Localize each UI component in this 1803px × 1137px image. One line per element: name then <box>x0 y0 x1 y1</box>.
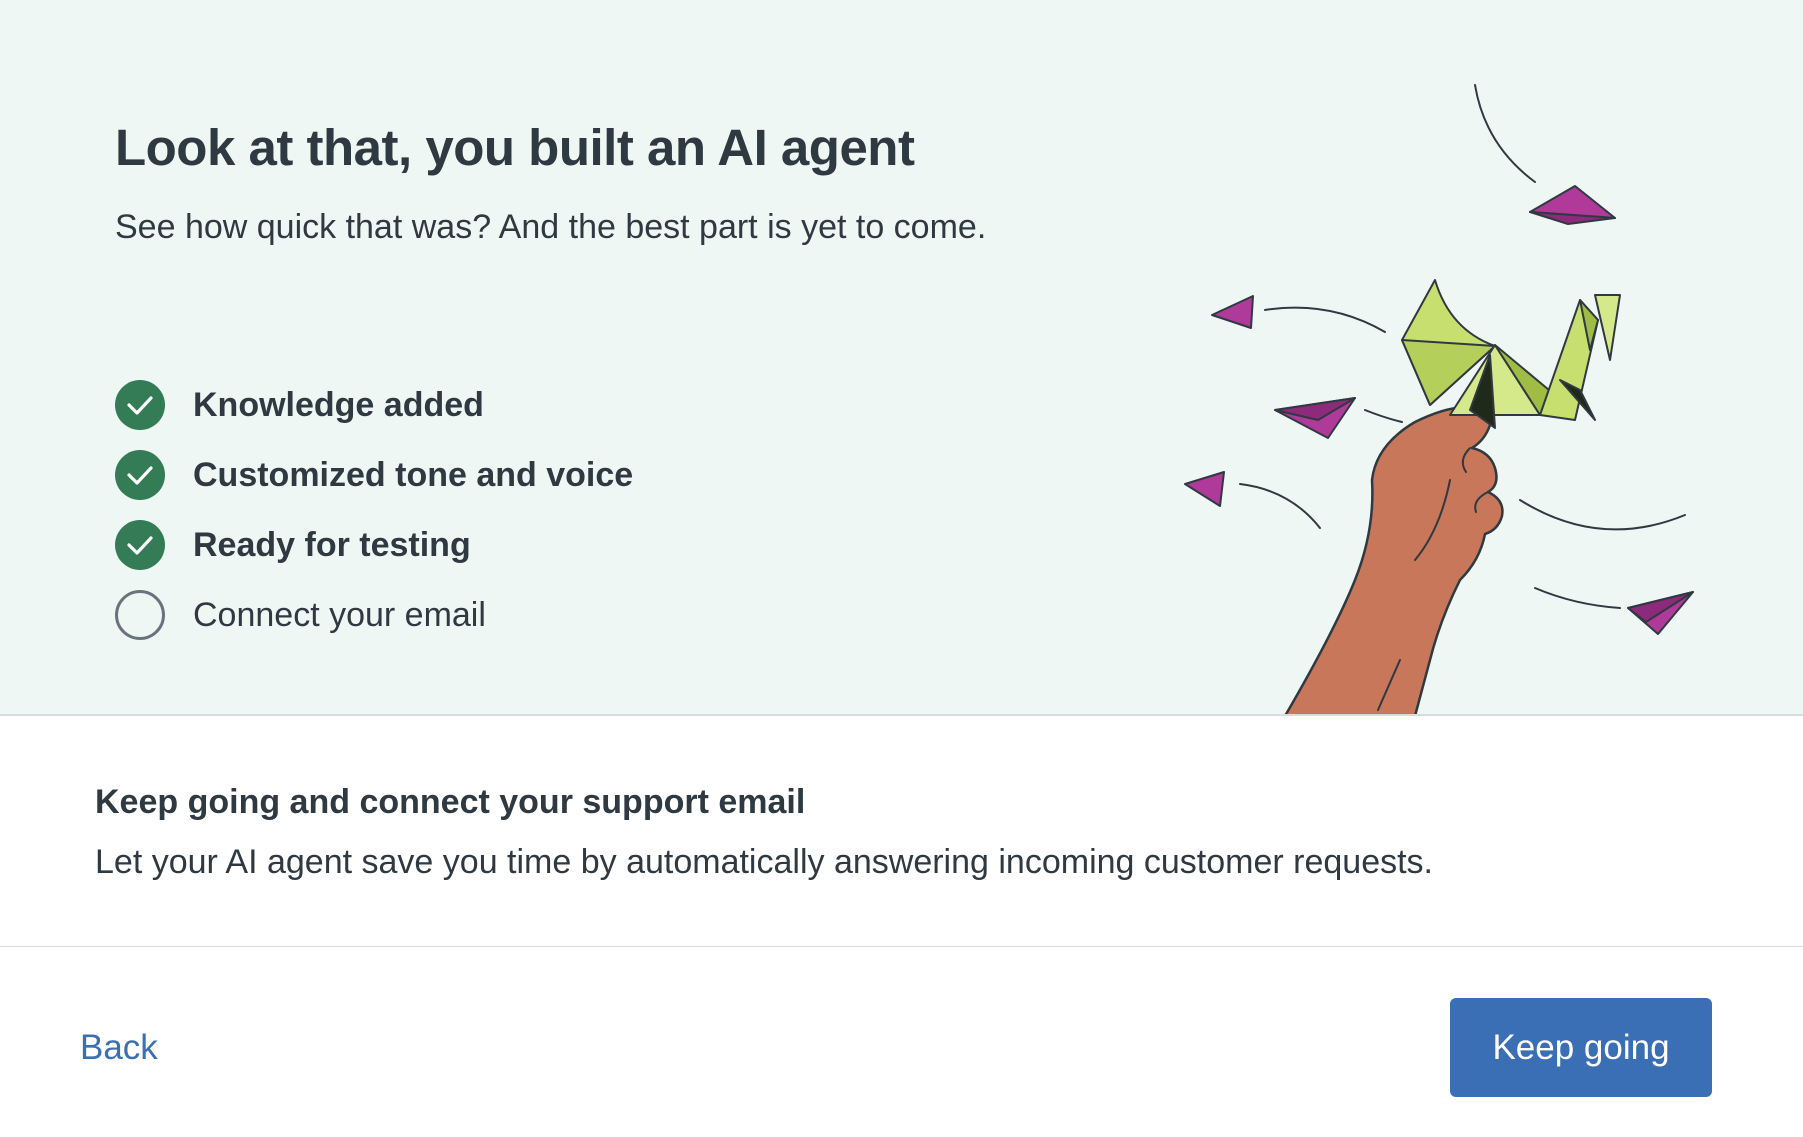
paper-plane-icon <box>1274 397 1356 439</box>
checklist-item-testing: Ready for testing <box>115 510 633 580</box>
checklist-item-knowledge: Knowledge added <box>115 370 633 440</box>
checklist-item-label: Connect your email <box>193 596 486 634</box>
origami-crane-illustration <box>1184 84 1694 714</box>
page-subtitle: See how quick that was? And the best par… <box>115 208 987 246</box>
check-circle-icon <box>115 380 165 430</box>
checklist-item-label: Ready for testing <box>193 526 471 564</box>
check-circle-icon <box>115 520 165 570</box>
checklist-item-tone: Customized tone and voice <box>115 440 633 510</box>
footer-divider <box>0 946 1803 947</box>
connect-email-section: Keep going and connect your support emai… <box>95 778 1695 886</box>
motion-arc <box>1534 587 1621 609</box>
paper-plane-icon <box>1211 295 1254 329</box>
motion-arc <box>1364 409 1403 423</box>
crane-illustration <box>1401 279 1621 429</box>
back-button[interactable]: Back <box>80 1020 158 1076</box>
hand-illustration <box>1284 405 1504 714</box>
section-description: Let your AI agent save you time by autom… <box>95 843 1434 881</box>
motion-arc <box>1239 483 1321 529</box>
motion-arc <box>1519 499 1686 531</box>
section-title: Keep going and connect your support emai… <box>95 783 806 821</box>
paper-plane-icon <box>1184 471 1225 507</box>
hero-panel: Look at that, you built an AI agent See … <box>0 0 1803 716</box>
checklist-item-label: Customized tone and voice <box>193 456 634 494</box>
keep-going-button[interactable]: Keep going <box>1450 998 1712 1097</box>
paper-plane-icon <box>1627 591 1694 635</box>
motion-arc <box>1474 84 1536 183</box>
checklist-item-label: Knowledge added <box>193 386 484 424</box>
check-circle-icon <box>115 450 165 500</box>
checklist-item-email: Connect your email <box>115 580 633 650</box>
motion-arc <box>1264 306 1386 333</box>
empty-circle-icon <box>115 590 165 640</box>
paper-plane-icon <box>1529 185 1616 225</box>
progress-checklist: Knowledge added Customized tone and voic… <box>115 370 633 650</box>
page-title: Look at that, you built an AI agent <box>115 119 915 176</box>
